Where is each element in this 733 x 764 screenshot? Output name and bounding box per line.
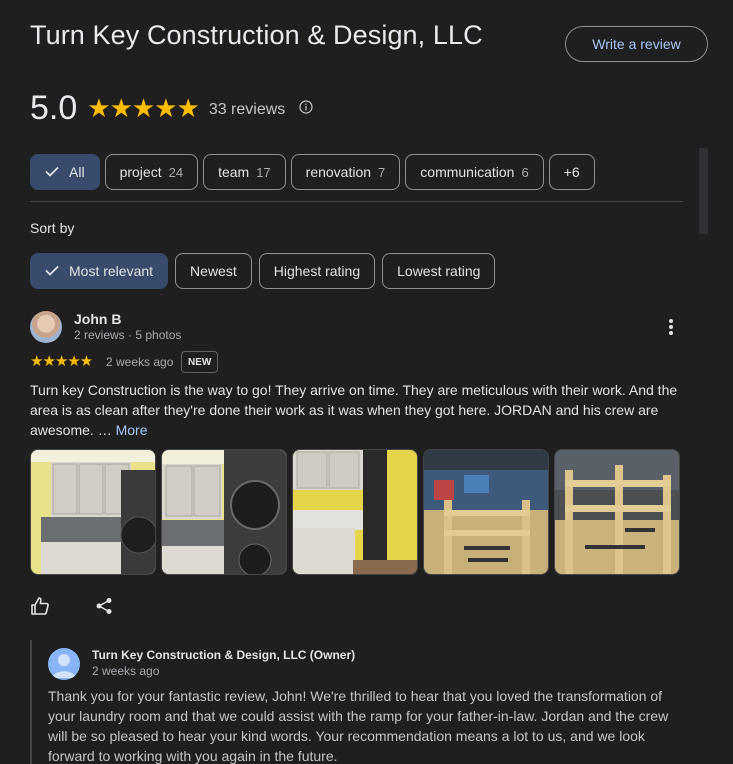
reviewer-name[interactable]: John B [74, 311, 121, 327]
review-count: 33 reviews [208, 101, 286, 118]
review-photo[interactable] [423, 449, 549, 575]
chip-communication[interactable]: communication 6 [405, 154, 544, 190]
chip-team[interactable]: team 17 [203, 154, 286, 190]
chip-count: 6 [521, 164, 529, 180]
review-photo[interactable] [161, 449, 287, 575]
chip-count: 24 [168, 164, 184, 180]
chip-label: communication [420, 164, 515, 180]
rating-stars: ★★★★★ [87, 92, 200, 123]
reviewer-meta: 2 reviews · 5 photos [74, 328, 182, 342]
review-time: 2 weeks ago [106, 355, 174, 369]
sort-label-text: Lowest rating [397, 263, 481, 279]
sort-label-text: Newest [190, 263, 237, 279]
owner-avatar [48, 648, 80, 680]
rating-summary: 5.0 ★★★★★ 33 reviews [30, 88, 313, 128]
chip-count: 17 [256, 164, 271, 180]
like-icon[interactable] [30, 596, 50, 621]
owner-name: Turn Key Construction & Design, LLC (Own… [92, 648, 356, 662]
chip-count: 7 [378, 164, 386, 180]
owner-reply-text: Thank you for your fantastic review, Joh… [48, 688, 669, 764]
share-icon[interactable] [95, 597, 113, 620]
sort-highest-rating[interactable]: Highest rating [258, 253, 376, 289]
sort-label-text: Highest rating [273, 263, 361, 279]
rating-value: 5.0 [30, 88, 78, 127]
scrollbar[interactable] [699, 148, 708, 234]
topic-chips: All project 24 team 17 renovation 7 comm… [30, 154, 595, 190]
review-photo[interactable] [292, 449, 418, 575]
sort-most-relevant[interactable]: Most relevant [30, 253, 169, 289]
write-review-button[interactable]: Write a review [565, 26, 708, 62]
sort-label-text: Most relevant [69, 263, 154, 279]
divider [30, 201, 683, 202]
chip-label: renovation [305, 164, 372, 180]
review-stars: ★★★★★ [30, 353, 93, 370]
chip-all[interactable]: All [30, 154, 100, 190]
owner-reply-time: 2 weeks ago [92, 664, 160, 678]
review-photo[interactable] [30, 449, 156, 575]
chip-more-topics[interactable]: +6 [548, 154, 595, 190]
sort-lowest-rating[interactable]: Lowest rating [382, 253, 496, 289]
more-link[interactable]: More [116, 422, 148, 438]
sort-label: Sort by [30, 220, 75, 236]
sort-options: Most relevant Newest Highest rating Lowe… [30, 253, 496, 289]
new-badge: NEW [181, 351, 219, 373]
owner-reply-rule [30, 640, 32, 764]
chip-label: All [69, 164, 85, 180]
check-icon [45, 263, 59, 279]
info-icon[interactable] [299, 99, 313, 119]
chip-renovation[interactable]: renovation 7 [290, 154, 401, 190]
chip-label: +6 [563, 164, 580, 180]
review-text: Turn key Construction is the way to go! … [30, 380, 690, 440]
more-options-icon[interactable] [663, 316, 679, 338]
review-photos [30, 449, 680, 575]
chip-label: project [119, 164, 162, 180]
check-icon [45, 164, 59, 180]
review-photo[interactable] [554, 449, 680, 575]
chip-project[interactable]: project 24 [104, 154, 199, 190]
reviewer-avatar[interactable] [30, 311, 62, 343]
business-title: Turn Key Construction & Design, LLC [30, 20, 483, 50]
chip-label: team [218, 164, 250, 180]
sort-newest[interactable]: Newest [175, 253, 252, 289]
